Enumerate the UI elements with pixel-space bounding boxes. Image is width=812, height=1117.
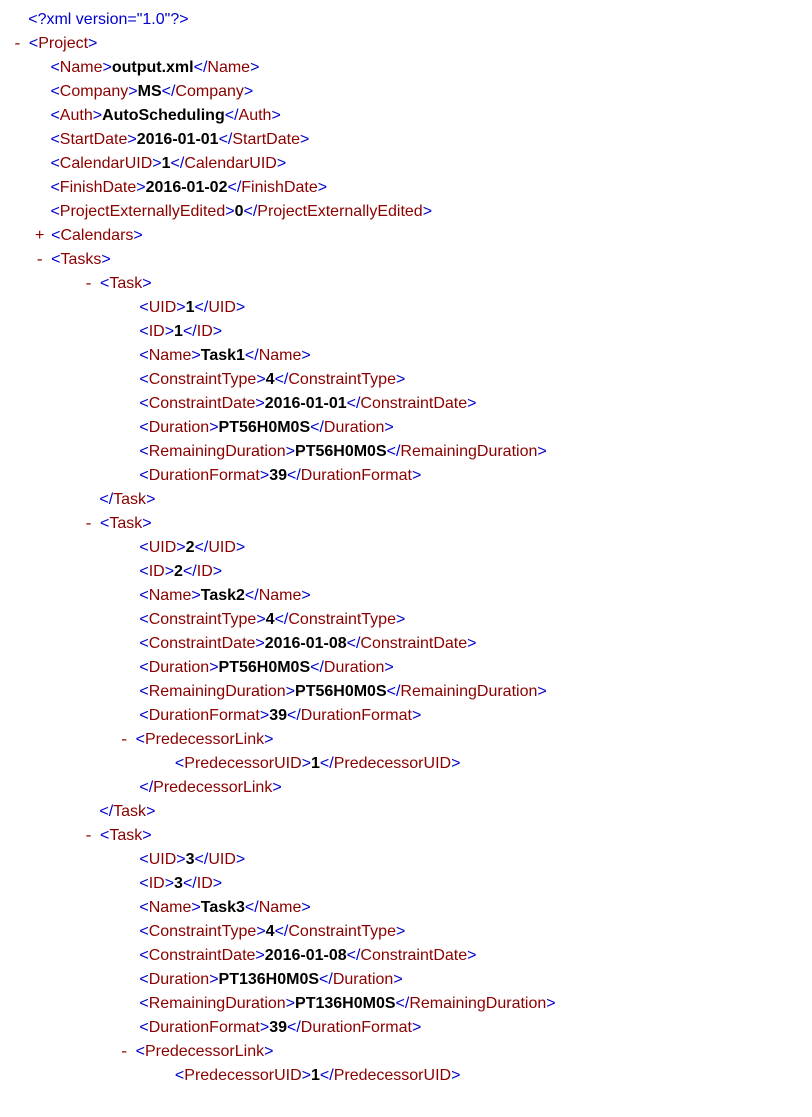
task-1-preduid: <PredecessorUID>1</PredecessorUID> xyxy=(6,752,806,776)
task-2-ctype: <ConstraintType>4</ConstraintType> xyxy=(6,920,806,944)
task-0-duration: <Duration>PT56H0M0S</Duration> xyxy=(6,416,806,440)
project-calendaruid: <CalendarUID>1</CalendarUID> xyxy=(6,152,806,176)
tasks-open[interactable]: - <Tasks> xyxy=(6,248,806,272)
project-name: <Name>output.xml</Name> xyxy=(6,56,806,80)
task-0-name: <Name>Task1</Name> xyxy=(6,344,806,368)
calendars-open[interactable]: + <Calendars> xyxy=(6,224,806,248)
task-0-uid: <UID>1</UID> xyxy=(6,296,806,320)
task-1-predlink-open[interactable]: - <PredecessorLink> xyxy=(6,728,806,752)
project-startdate: <StartDate>2016-01-01</StartDate> xyxy=(6,128,806,152)
task-0-id: <ID>1</ID> xyxy=(6,320,806,344)
task-2-id: <ID>3</ID> xyxy=(6,872,806,896)
task-0-close: </Task> xyxy=(6,488,806,512)
project-company: <Company>MS</Company> xyxy=(6,80,806,104)
task-2-open[interactable]: - <Task> xyxy=(6,824,806,848)
task-2-preduid: <PredecessorUID>1</PredecessorUID> xyxy=(6,1064,806,1088)
toggle-collapse[interactable]: - xyxy=(10,32,24,56)
task-2-cdate: <ConstraintDate>2016-01-08</ConstraintDa… xyxy=(6,944,806,968)
task-1-durfmt: <DurationFormat>39</DurationFormat> xyxy=(6,704,806,728)
project-open[interactable]: - <Project> xyxy=(6,32,806,56)
toggle-collapse[interactable]: - xyxy=(82,272,96,296)
toggle-collapse[interactable]: - xyxy=(82,512,96,536)
project-extedited: <ProjectExternallyEdited>0</ProjectExter… xyxy=(6,200,806,224)
toggle-collapse[interactable]: - xyxy=(33,248,47,272)
task-0-remdur: <RemainingDuration>PT56H0M0S</RemainingD… xyxy=(6,440,806,464)
xml-declaration: <?xml version="1.0"?> xyxy=(6,8,806,32)
toggle-collapse[interactable]: - xyxy=(82,824,96,848)
task-1-close: </Task> xyxy=(6,800,806,824)
task-1-remdur: <RemainingDuration>PT56H0M0S</RemainingD… xyxy=(6,680,806,704)
task-0-durfmt: <DurationFormat>39</DurationFormat> xyxy=(6,464,806,488)
task-2-remdur: <RemainingDuration>PT136H0M0S</Remaining… xyxy=(6,992,806,1016)
task-1-duration: <Duration>PT56H0M0S</Duration> xyxy=(6,656,806,680)
toggle-collapse[interactable]: - xyxy=(117,1040,131,1064)
task-2-duration: <Duration>PT136H0M0S</Duration> xyxy=(6,968,806,992)
xml-tree-view: <?xml version="1.0"?> - <Project> <Name>… xyxy=(6,8,806,1088)
task-0-open[interactable]: - <Task> xyxy=(6,272,806,296)
task-1-predlink-close: </PredecessorLink> xyxy=(6,776,806,800)
toggle-expand[interactable]: + xyxy=(33,224,47,248)
task-0-cdate: <ConstraintDate>2016-01-01</ConstraintDa… xyxy=(6,392,806,416)
task-2-uid: <UID>3</UID> xyxy=(6,848,806,872)
toggle-collapse[interactable]: - xyxy=(117,728,131,752)
task-1-id: <ID>2</ID> xyxy=(6,560,806,584)
project-auth: <Auth>AutoScheduling</Auth> xyxy=(6,104,806,128)
task-1-open[interactable]: - <Task> xyxy=(6,512,806,536)
task-1-ctype: <ConstraintType>4</ConstraintType> xyxy=(6,608,806,632)
task-2-name: <Name>Task3</Name> xyxy=(6,896,806,920)
task-0-ctype: <ConstraintType>4</ConstraintType> xyxy=(6,368,806,392)
task-2-durfmt: <DurationFormat>39</DurationFormat> xyxy=(6,1016,806,1040)
task-2-predlink-open[interactable]: - <PredecessorLink> xyxy=(6,1040,806,1064)
task-1-uid: <UID>2</UID> xyxy=(6,536,806,560)
project-finishdate: <FinishDate>2016-01-02</FinishDate> xyxy=(6,176,806,200)
task-1-cdate: <ConstraintDate>2016-01-08</ConstraintDa… xyxy=(6,632,806,656)
task-1-name: <Name>Task2</Name> xyxy=(6,584,806,608)
